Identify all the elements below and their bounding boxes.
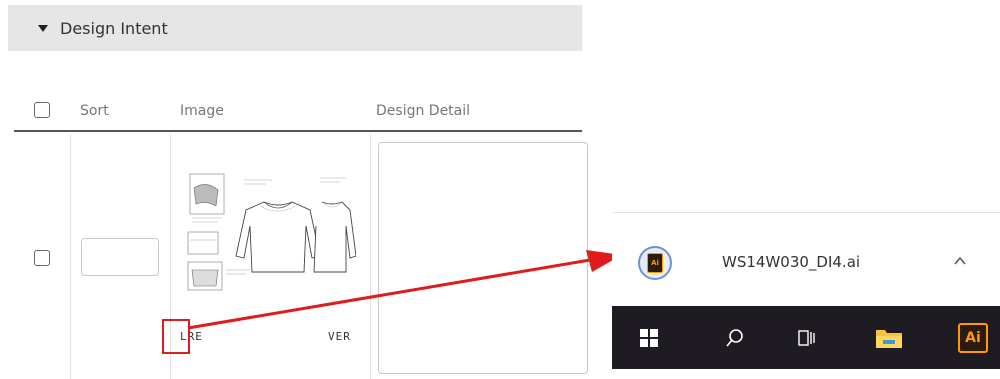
row-checkbox[interactable]	[34, 250, 50, 266]
file-explorer-icon[interactable]	[872, 306, 906, 369]
header-design-detail: Design Detail	[376, 103, 471, 119]
column-divider	[370, 134, 371, 379]
table-row: LRE VER	[14, 134, 588, 379]
caret-down-icon[interactable]	[38, 24, 48, 32]
highlight-box	[162, 319, 190, 354]
task-view-icon[interactable]	[792, 306, 822, 369]
design-intent-table: Sort Image Design Detail LRE VER	[14, 88, 588, 379]
header-sort[interactable]: Sort	[80, 103, 109, 119]
header-image: Image	[180, 103, 224, 119]
chevron-up-icon[interactable]	[954, 255, 966, 267]
taskbar: Ai	[612, 306, 1000, 369]
thumbnail-caption-right: VER	[328, 330, 351, 343]
section-header-design-intent[interactable]: Design Intent	[8, 5, 582, 51]
download-file-name[interactable]: WS14W030_DI4.ai	[722, 253, 860, 271]
design-detail-textarea[interactable]	[378, 142, 588, 374]
windows-start-icon[interactable]	[634, 306, 664, 369]
design-sketch-thumbnail[interactable]	[180, 170, 356, 310]
table-header: Sort Image Design Detail	[14, 88, 582, 132]
sort-input[interactable]	[81, 238, 159, 276]
illustrator-file-icon: Ai	[647, 253, 663, 273]
column-divider	[70, 134, 71, 379]
select-all-checkbox[interactable]	[34, 102, 50, 118]
illustrator-taskbar-icon[interactable]: Ai	[956, 306, 990, 369]
download-item-icon[interactable]: Ai	[638, 246, 672, 280]
search-icon[interactable]	[720, 306, 750, 369]
section-title: Design Intent	[60, 18, 168, 38]
download-bar: Ai WS14W030_DI4.ai	[612, 212, 1000, 305]
